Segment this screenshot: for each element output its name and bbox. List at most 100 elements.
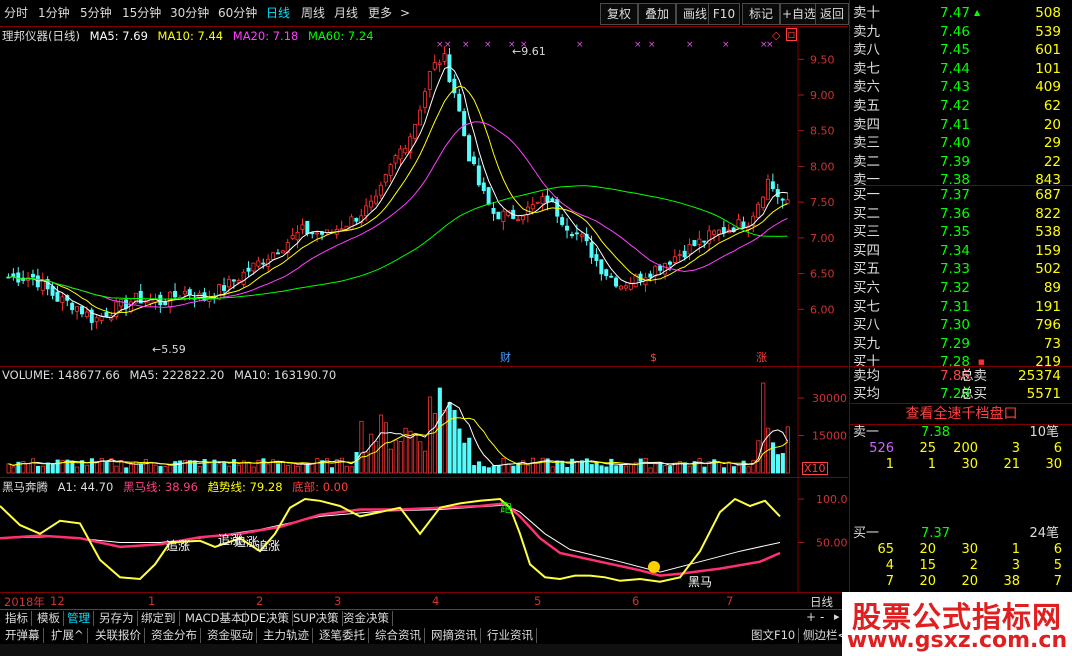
candle-body xyxy=(594,254,599,261)
candle-body xyxy=(378,184,383,196)
queue-orders-row: 7 20 20 38 7 xyxy=(850,574,1072,590)
bid-level-label: 买九 xyxy=(853,335,880,352)
queue-order-size: 38 xyxy=(1003,574,1020,589)
candle-body xyxy=(677,254,682,257)
bid-level-row[interactable]: 买四 7.34 159 xyxy=(850,242,1072,261)
period-30min[interactable]: 30分钟 xyxy=(170,5,209,22)
site-watermark: 股票公式指标网 www.gsxz.com.cn xyxy=(842,592,1072,656)
period-daily[interactable]: 日线 xyxy=(266,5,290,22)
tab-industry-news[interactable]: 行业资讯 xyxy=(484,628,537,643)
indicator-panel[interactable]: 100.0 50.00 追涨 追涨 追涨 追涨 黑马跑 黑马奔腾 A1: 44.70 黑马线… xyxy=(0,478,848,593)
zoom-out-icon[interactable]: - xyxy=(820,610,824,624)
tab-news[interactable]: 综合资讯 xyxy=(372,628,425,643)
tab-template[interactable]: 模板 xyxy=(34,611,64,626)
candle-body xyxy=(246,267,251,272)
tab-web-news[interactable]: 网摘资讯 xyxy=(428,628,481,643)
bid-level-row[interactable]: 买九 7.29 73 xyxy=(850,335,1072,354)
window-icon[interactable]: ▫ xyxy=(786,28,797,41)
indicator-legend: 黑马奔腾 A1: 44.70 黑马线: 38.96 趋势线: 79.28 底部:… xyxy=(2,479,354,495)
bid-level-row[interactable]: 买六 7.32 89 xyxy=(850,279,1072,298)
ask-level-row[interactable]: 卖二 7.39 22 xyxy=(850,153,1072,172)
tab-related-quotes[interactable]: 关联报价 xyxy=(92,628,145,643)
bid-level-row[interactable]: 买七 7.31 191 xyxy=(850,298,1072,317)
kline-panel[interactable]: 9.50 9.00 8.50 8.00 7.50 7.00 6.50 6.00 × × × × × × × ×… xyxy=(0,27,848,367)
ask-level-row[interactable]: 卖六 7.43 409 xyxy=(850,78,1072,97)
candle-body xyxy=(530,204,535,210)
tab-danmu[interactable]: 开弹幕 xyxy=(2,628,44,643)
indicator-tabs: 指标 模板 管理 另存为 绑定到 MACD基本 DDE决策 SUP决策 资金决策… xyxy=(0,610,848,627)
tab-fund[interactable]: 资金决策 xyxy=(340,611,393,626)
candle-body xyxy=(756,203,761,218)
signal-label: 跑 xyxy=(500,501,512,515)
candle-body xyxy=(369,200,374,208)
queue-order-size: 3 xyxy=(1011,441,1020,456)
ask-level-row[interactable]: 卖四 7.41 20 xyxy=(850,116,1072,135)
bid-level-price: 7.33 xyxy=(939,261,970,278)
candle-body xyxy=(667,261,672,265)
period-fenshi[interactable]: 分时 xyxy=(4,5,28,22)
period-60min[interactable]: 60分钟 xyxy=(218,5,257,22)
ask-level-volume: 20 xyxy=(1043,116,1061,133)
period-1min[interactable]: 1分钟 xyxy=(38,5,70,22)
queue-order-size: 200 xyxy=(953,441,978,456)
zoom-in-icon[interactable]: + xyxy=(806,610,816,624)
bid-level-row[interactable]: 买三 7.35 538 xyxy=(850,223,1072,242)
period-weekly[interactable]: 周线 xyxy=(301,5,325,22)
tab-indicator[interactable]: 指标 xyxy=(2,611,32,626)
candle-body xyxy=(280,250,285,254)
candle-body xyxy=(354,217,359,222)
volume-panel[interactable]: 30000 15000 VOLUME: 148677.66 MA5: 222822… xyxy=(0,367,848,478)
volume-bar xyxy=(663,465,668,474)
ask-level-row[interactable]: 卖七 7.44 101 xyxy=(850,60,1072,79)
ask-level-row[interactable]: 卖十 7.47 508 ▲ xyxy=(850,4,1072,23)
diamond-icon[interactable]: ◇ xyxy=(772,29,780,42)
tab-manage[interactable]: 管理 xyxy=(64,611,94,626)
volume-legend: VOLUME: 148677.66 MA5: 222822.20 MA10: 1… xyxy=(2,368,342,382)
tab-sup[interactable]: SUP决策 xyxy=(290,611,343,626)
scroll-arrow-icon[interactable]: ▸ xyxy=(834,610,840,623)
overlay-button[interactable]: 叠加 xyxy=(638,3,676,25)
period-5min[interactable]: 5分钟 xyxy=(80,5,112,22)
volume-bar xyxy=(736,465,741,474)
tab-expand[interactable]: 扩展^ xyxy=(48,628,88,643)
ask-level-row[interactable]: 卖五 7.42 62 xyxy=(850,97,1072,116)
candle-body xyxy=(457,93,462,112)
candle-body xyxy=(226,278,231,288)
mark-button[interactable]: 标记 xyxy=(742,3,780,25)
volume-bar xyxy=(432,413,437,474)
tab-macd[interactable]: MACD基本 xyxy=(182,611,247,626)
period-more[interactable]: 更多 xyxy=(368,5,392,22)
bid-level-row[interactable]: 买五 7.33 502 xyxy=(850,260,1072,279)
tab-fund-drive[interactable]: 资金驱动 xyxy=(204,628,257,643)
candle-body xyxy=(540,196,545,205)
volume-bar xyxy=(427,396,433,474)
tab-dde[interactable]: DDE决策 xyxy=(238,611,293,626)
tab-bind[interactable]: 绑定到 xyxy=(138,611,180,626)
ask-level-row[interactable]: 卖九 7.46 539 xyxy=(850,23,1072,42)
f10-button[interactable]: F10 xyxy=(708,3,740,25)
fuquan-button[interactable]: 复权 xyxy=(600,3,638,25)
tab-main-track[interactable]: 主力轨迹 xyxy=(260,628,313,643)
bid-level-row[interactable]: 买八 7.30 796 xyxy=(850,316,1072,335)
back-button[interactable]: 返回 xyxy=(815,3,849,25)
tab-fund-dist[interactable]: 资金分布 xyxy=(148,628,201,643)
period-monthly[interactable]: 月线 xyxy=(334,5,358,22)
add-favorite-button[interactable]: +自选 xyxy=(780,3,818,25)
candle-body xyxy=(70,302,75,311)
chevron-right-icon[interactable]: > xyxy=(400,5,410,22)
queue-order-size: 3 xyxy=(1011,558,1020,573)
period-15min[interactable]: 15分钟 xyxy=(122,5,161,22)
volume-bar xyxy=(398,441,403,474)
ask-level-row[interactable]: 卖三 7.40 29 xyxy=(850,134,1072,153)
candle-body xyxy=(339,228,344,231)
queue-order-size: 25 xyxy=(919,441,936,456)
bid-level-row[interactable]: 买二 7.36 822 xyxy=(850,205,1072,224)
tab-tick-order[interactable]: 逐笔委托 xyxy=(316,628,369,643)
tab-save-as[interactable]: 另存为 xyxy=(96,611,138,626)
ask-level-row[interactable]: 卖八 7.45 601 xyxy=(850,41,1072,60)
signal-marker: × xyxy=(686,40,694,50)
tab-f10-text[interactable]: 图文F10 xyxy=(748,628,800,643)
bid-level-row[interactable]: 买一 7.37 687 xyxy=(850,186,1072,205)
full-depth-link[interactable]: 查看全速千档盘口 xyxy=(850,404,1072,424)
candle-body xyxy=(241,271,246,285)
